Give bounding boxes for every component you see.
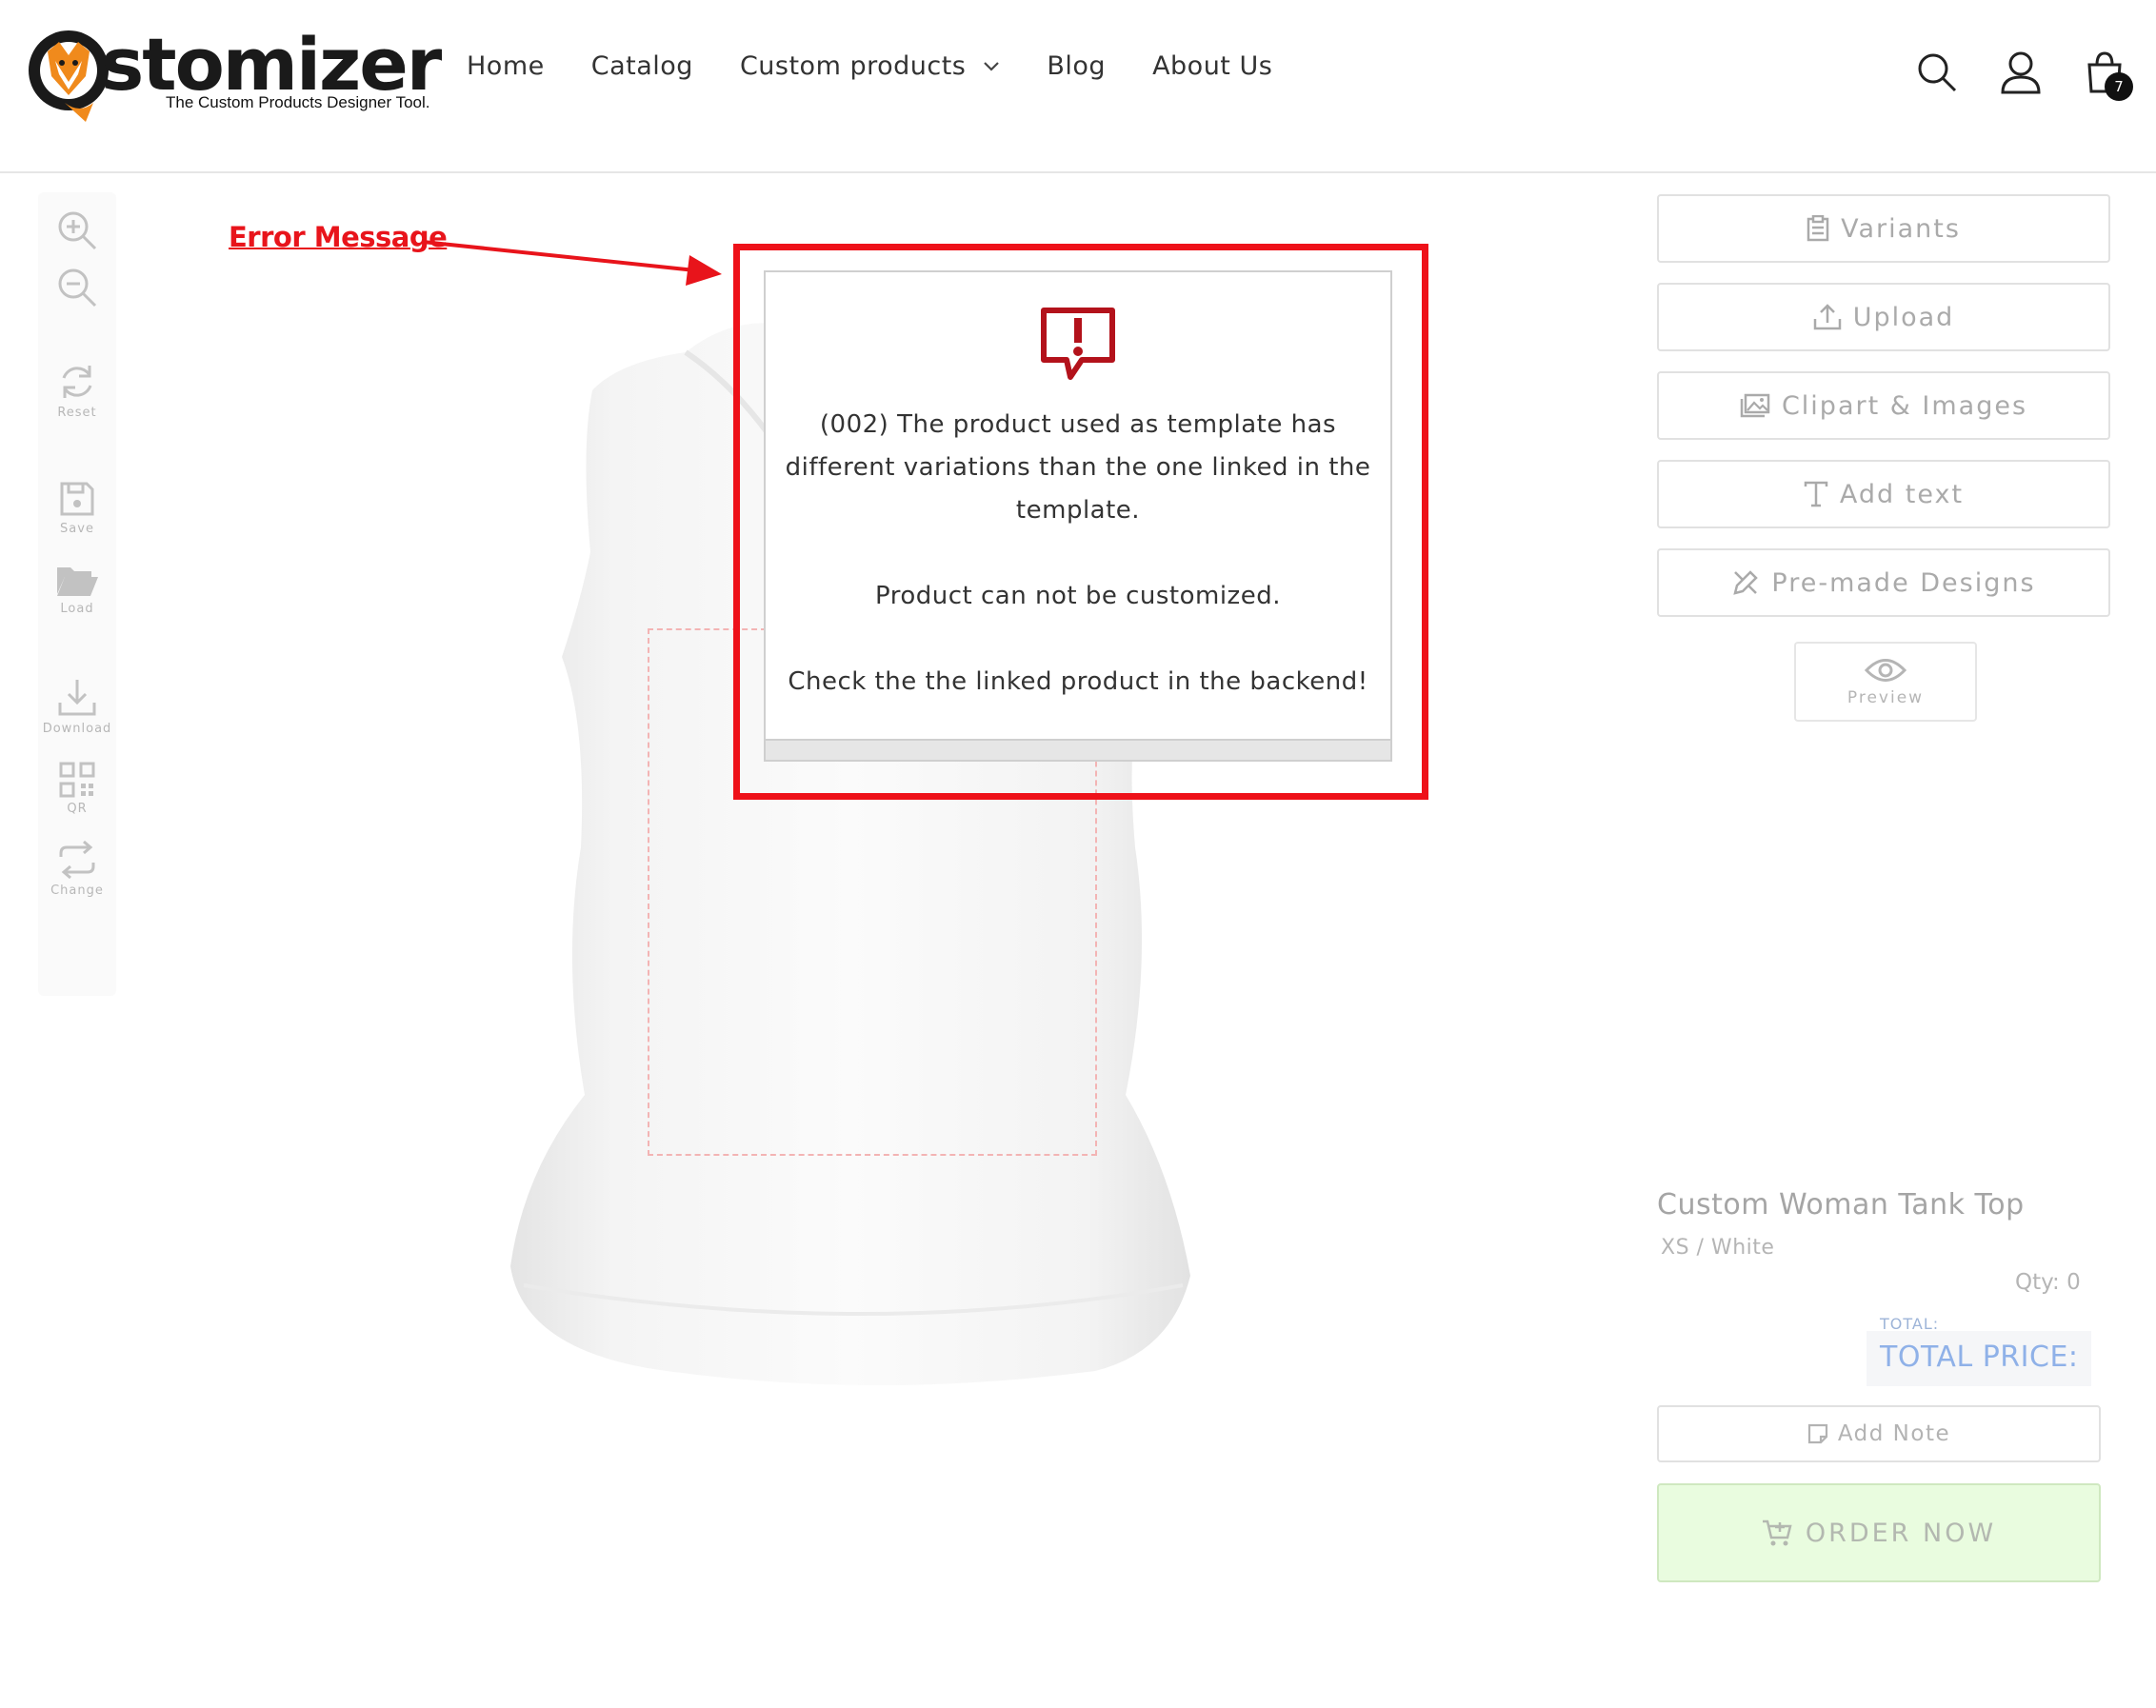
dialog-footer xyxy=(766,739,1390,760)
logo-wordmark: stomizer xyxy=(101,22,442,107)
swap-icon xyxy=(59,840,95,880)
nav-about-us-label: About Us xyxy=(1152,51,1273,81)
premade-designs-button[interactable]: Pre-made Designs xyxy=(1657,548,2110,617)
nav-blog-label: Blog xyxy=(1047,51,1107,81)
error-line-1: (002) The product used as template has xyxy=(819,410,1337,439)
note-icon xyxy=(1807,1423,1827,1444)
add-note-label: Add Note xyxy=(1837,1421,1951,1446)
annotation-label: Error Message xyxy=(229,221,448,253)
premade-designs-label: Pre-made Designs xyxy=(1771,567,2036,598)
error-line-5: Check the the linked product in the back… xyxy=(788,667,1368,696)
cart-count-badge: 7 xyxy=(2105,72,2133,101)
fox-logo-icon xyxy=(29,30,109,122)
change-label: Change xyxy=(50,884,104,898)
account-icon[interactable] xyxy=(1994,46,2047,99)
logo-tagline: The Custom Products Designer Tool. xyxy=(166,93,430,111)
qr-tool[interactable]: QR xyxy=(38,762,116,816)
images-icon xyxy=(1740,393,1770,418)
nav-home[interactable]: Home xyxy=(467,51,545,81)
download-label: Download xyxy=(42,722,112,736)
alert-bubble-icon xyxy=(1038,305,1118,389)
product-variant: XS / White xyxy=(1661,1236,1775,1260)
add-text-button[interactable]: Add text xyxy=(1657,460,2110,528)
design-icon xyxy=(1733,570,1759,595)
clipboard-icon xyxy=(1807,215,1829,242)
zoom-out-icon xyxy=(58,268,97,308)
save-tool[interactable]: Save xyxy=(38,480,116,536)
cart-icon[interactable]: 7 xyxy=(2078,46,2133,101)
reset-tool[interactable]: Reset xyxy=(38,362,116,420)
main-nav: Home Catalog Custom products Blog About … xyxy=(467,51,1319,81)
order-now-label: ORDER NOW xyxy=(1805,1518,1997,1548)
variants-label: Variants xyxy=(1841,213,1961,244)
zoom-in-tool[interactable] xyxy=(38,209,116,251)
site-header: stomizer The Custom Products Designer To… xyxy=(0,0,2156,173)
error-line-4: Product can not be customized. xyxy=(875,582,1281,610)
preview-label: Preview xyxy=(1847,688,1925,707)
search-icon[interactable] xyxy=(1910,46,1964,99)
variants-button[interactable]: Variants xyxy=(1657,194,2110,263)
reset-label: Reset xyxy=(57,406,97,420)
text-icon xyxy=(1804,481,1828,507)
error-message: (002) The product used as template has d… xyxy=(785,404,1371,704)
zoom-in-icon xyxy=(58,211,97,250)
folder-open-icon xyxy=(57,567,98,596)
upload-icon xyxy=(1813,304,1841,330)
nav-about-us[interactable]: About Us xyxy=(1152,51,1272,81)
cart-plus-icon xyxy=(1762,1519,1792,1546)
change-tool[interactable]: Change xyxy=(38,840,116,898)
load-label: Load xyxy=(60,602,94,616)
refresh-icon xyxy=(62,366,92,398)
nav-home-label: Home xyxy=(467,51,545,81)
designer-toolbar: Reset Save Load Download QR Change xyxy=(38,192,116,996)
nav-custom-products-label: Custom products xyxy=(739,51,967,81)
error-line-2: different variations than the one linked… xyxy=(785,453,1371,482)
total-label-small: TOTAL: xyxy=(1880,1315,1940,1333)
save-icon xyxy=(60,482,94,516)
nav-blog[interactable]: Blog xyxy=(1047,51,1106,81)
error-dialog: (002) The product used as template has d… xyxy=(764,270,1392,762)
upload-label: Upload xyxy=(1852,302,1955,332)
chevron-down-icon xyxy=(983,61,1000,72)
site-logo[interactable]: stomizer The Custom Products Designer To… xyxy=(27,23,442,128)
order-now-button[interactable]: ORDER NOW xyxy=(1657,1483,2101,1582)
product-title: Custom Woman Tank Top xyxy=(1657,1188,2025,1221)
add-note-button[interactable]: Add Note xyxy=(1657,1405,2101,1462)
clipart-images-button[interactable]: Clipart & Images xyxy=(1657,371,2110,440)
clipart-images-label: Clipart & Images xyxy=(1781,390,2028,421)
save-label: Save xyxy=(60,522,94,536)
eye-icon xyxy=(1865,659,1906,682)
zoom-out-tool[interactable] xyxy=(38,267,116,308)
annotation-arrow-icon xyxy=(422,240,722,286)
download-tool[interactable]: Download xyxy=(38,678,116,736)
download-icon xyxy=(58,680,96,716)
nav-catalog-label: Catalog xyxy=(590,51,693,81)
nav-catalog[interactable]: Catalog xyxy=(591,51,693,81)
load-tool[interactable]: Load xyxy=(38,562,116,616)
product-quantity: Qty: 0 xyxy=(2015,1270,2081,1295)
total-price-label: TOTAL PRICE: xyxy=(1880,1341,2079,1374)
qr-label: QR xyxy=(67,802,88,816)
qr-code-icon xyxy=(59,762,95,798)
add-text-label: Add text xyxy=(1839,479,1965,509)
preview-button[interactable]: Preview xyxy=(1794,642,1977,722)
nav-custom-products[interactable]: Custom products xyxy=(740,51,1000,81)
error-line-3: template. xyxy=(1015,496,1141,525)
upload-button[interactable]: Upload xyxy=(1657,283,2110,351)
